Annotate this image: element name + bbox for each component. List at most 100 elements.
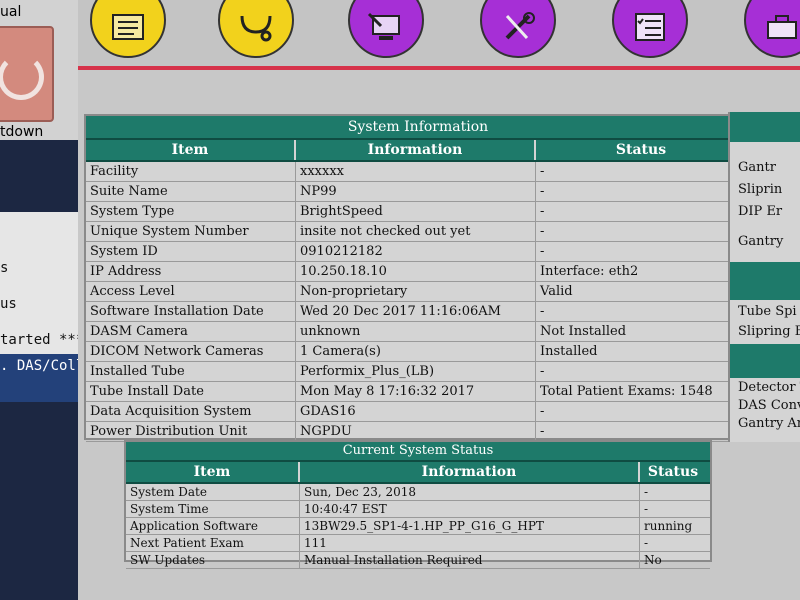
column-header-information: Information bbox=[296, 140, 536, 160]
cell-status: - bbox=[644, 485, 649, 499]
cell-information: NP99 bbox=[296, 182, 536, 201]
cell-item: System Date bbox=[126, 484, 300, 500]
toolbox-icon bbox=[767, 15, 797, 39]
system-information-rows: Facility xxxxxx - Suite Name NP99- System Typ… bbox=[86, 162, 750, 442]
cell-status: - bbox=[644, 536, 649, 550]
column-header-information: Information bbox=[300, 462, 640, 482]
table-row: Software Installation Date Wed 20 Dec 201… bbox=[86, 302, 750, 322]
cell-status: running bbox=[644, 519, 693, 533]
right-panel-item: DAS Conv bbox=[738, 398, 800, 413]
cell-item: Software Installation Date bbox=[86, 302, 296, 321]
cell-status: Installed bbox=[540, 344, 598, 359]
current-system-status-rows: System Date Sun, Dec 23, 2018- System Time… bbox=[126, 484, 710, 569]
cell-status: - bbox=[644, 502, 649, 516]
selected-log-line[interactable]: . DAS/Coll bbox=[0, 354, 84, 402]
stethoscope-icon bbox=[240, 15, 272, 42]
table-row: DASM Camera unknown Not Installed bbox=[86, 322, 750, 342]
checklist-button[interactable] bbox=[612, 0, 688, 58]
right-panel-header bbox=[730, 112, 800, 142]
top-label: ual bbox=[0, 4, 22, 20]
table-row: Installed Tube Performix_Plus_(LB) - bbox=[86, 362, 750, 382]
shutdown-button[interactable] bbox=[0, 26, 54, 122]
cell-item: Suite Name bbox=[86, 182, 296, 201]
clipboard-icon bbox=[112, 14, 144, 40]
current-system-status-panel: Current System Status Item Information S… bbox=[124, 440, 712, 569]
cell-item: Access Level bbox=[86, 282, 296, 301]
cell-status: Not Installed bbox=[540, 324, 627, 339]
cell-information: insite not checked out yet bbox=[296, 222, 536, 241]
column-header-status: Status bbox=[647, 464, 699, 480]
table-row: System Type BrightSpeed - bbox=[86, 202, 750, 222]
cell-information: 10.250.18.10 bbox=[296, 262, 536, 281]
table-row: Next Patient Exam 111- bbox=[126, 535, 710, 552]
cell-information: NGPDU bbox=[296, 422, 536, 441]
toolbar bbox=[78, 0, 800, 70]
cell-status: - bbox=[540, 164, 545, 179]
cell-information: Manual Installation Required bbox=[300, 552, 640, 568]
current-system-status-title: Current System Status bbox=[126, 442, 710, 462]
cell-item: Power Distribution Unit bbox=[86, 422, 296, 441]
table-row: Unique System Number insite not checked o… bbox=[86, 222, 750, 242]
system-information-panel: System Information Item Information Stat… bbox=[84, 114, 752, 442]
table-row: Facility xxxxxx - bbox=[86, 162, 750, 182]
table-row: Access Level Non-proprietary Valid bbox=[86, 282, 750, 302]
column-header-item: Item bbox=[86, 140, 296, 160]
tools-button[interactable] bbox=[480, 0, 556, 58]
cell-information: 1 Camera(s) bbox=[296, 342, 536, 361]
cell-information: Non-proprietary bbox=[296, 282, 536, 301]
right-panel-item: Detector T bbox=[738, 380, 800, 395]
column-header-item: Item bbox=[126, 462, 300, 482]
cell-item: Data Acquisition System bbox=[86, 402, 296, 421]
cell-item: IP Address bbox=[86, 262, 296, 281]
right-status-panel: Gantr Sliprin DIP Er Gantry Tube Spi Sli… bbox=[728, 112, 800, 442]
cell-information: xxxxxx bbox=[296, 162, 536, 181]
table-row: Suite Name NP99- bbox=[86, 182, 750, 202]
cell-status: - bbox=[540, 204, 545, 219]
table-row: System ID 0910212182- bbox=[86, 242, 750, 262]
system-information-title: System Information bbox=[86, 116, 750, 140]
current-system-status-header: Item Information Status bbox=[126, 462, 710, 484]
cell-information: 0910212182 bbox=[296, 242, 536, 261]
power-icon bbox=[0, 54, 44, 100]
cell-item: Installed Tube bbox=[86, 362, 296, 381]
table-row: Power Distribution Unit NGPDU - bbox=[86, 422, 750, 442]
cell-information: 10:40:47 EST bbox=[300, 501, 640, 517]
service-screen: ual tdown s us tarted **** . DAS/Coll Sy… bbox=[0, 0, 800, 600]
cell-item: System Type bbox=[86, 202, 296, 221]
toolbox-button[interactable] bbox=[744, 0, 800, 58]
left-panel: ual tdown s us tarted **** . DAS/Coll bbox=[0, 0, 93, 600]
table-row: IP Address 10.250.18.10 Interface: eth2 bbox=[86, 262, 750, 282]
das-label: . DAS/Coll bbox=[0, 358, 85, 374]
left-top-area: ual tdown bbox=[0, 0, 78, 140]
service-desktop-button[interactable] bbox=[348, 0, 424, 58]
cell-item: DASM Camera bbox=[86, 322, 296, 341]
status-line: s bbox=[0, 260, 9, 276]
right-panel-group-header bbox=[730, 344, 800, 378]
cell-information: Sun, Dec 23, 2018 bbox=[300, 484, 640, 500]
cell-item: System ID bbox=[86, 242, 296, 261]
diagnostics-button[interactable] bbox=[218, 0, 294, 58]
cell-status: No bbox=[644, 553, 662, 567]
table-row: SW Updates Manual Installation Required No bbox=[126, 552, 710, 569]
right-panel-item: Tube Spi bbox=[738, 304, 797, 319]
shutdown-label: tdown bbox=[0, 124, 44, 140]
cell-item: Unique System Number bbox=[86, 222, 296, 241]
clipboard-button[interactable] bbox=[90, 0, 166, 58]
cell-status: - bbox=[540, 224, 545, 239]
cell-item: SW Updates bbox=[126, 552, 300, 568]
system-information-header: Item Information Status bbox=[86, 140, 750, 162]
cell-item: DICOM Network Cameras bbox=[86, 342, 296, 361]
right-panel-item: Slipring B bbox=[738, 324, 800, 339]
table-row: DICOM Network Cameras 1 Camera(s) Installe… bbox=[86, 342, 750, 362]
cell-item: System Time bbox=[126, 501, 300, 517]
cell-status: - bbox=[540, 184, 545, 199]
table-row: System Date Sun, Dec 23, 2018- bbox=[126, 484, 710, 501]
status-line: us bbox=[0, 296, 17, 312]
right-panel-item: Gantr bbox=[738, 160, 776, 175]
cell-information: 13BW29.5_SP1-4-1.HP_PP_G16_G_HPT bbox=[300, 518, 640, 534]
cell-status: - bbox=[540, 364, 545, 379]
cell-item: Tube Install Date bbox=[86, 382, 296, 401]
right-panel-item: DIP Er bbox=[738, 204, 783, 219]
cell-information: BrightSpeed bbox=[296, 202, 536, 221]
cell-information: Performix_Plus_(LB) bbox=[296, 362, 536, 381]
